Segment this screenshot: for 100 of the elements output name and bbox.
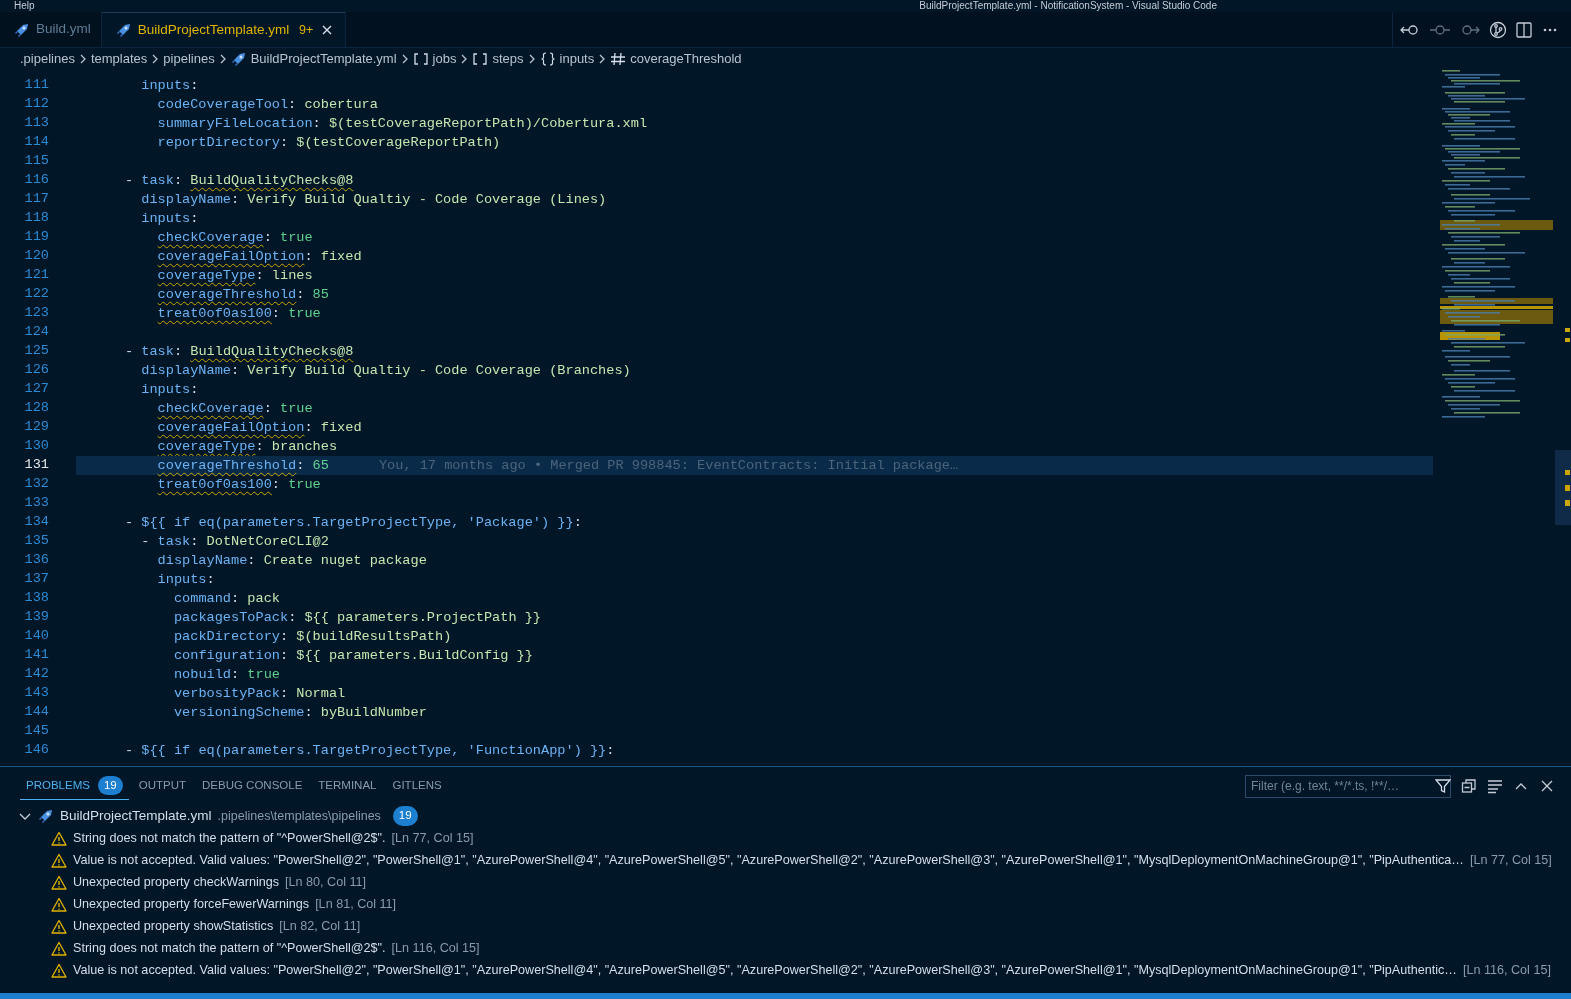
line-number: 114 xyxy=(23,133,49,152)
brackets-icon xyxy=(412,52,429,66)
filter-field[interactable]: Filter (e.g. text, **/*.ts, !**/… xyxy=(1245,774,1451,798)
code-line: inputs: xyxy=(156,571,216,589)
problem-item[interactable]: Unexpected property checkWarnings [Ln 80, Col 11] xyxy=(0,871,1571,893)
breadcrumb-item[interactable]: pipelines xyxy=(163,49,215,69)
line-number: 137 xyxy=(23,570,49,589)
breadcrumb-item[interactable]: steps xyxy=(472,49,524,69)
line-number: 123 xyxy=(23,304,49,323)
line-number: 111 xyxy=(23,76,49,95)
line-number: 142 xyxy=(23,665,49,684)
breadcrumb-item[interactable]: .pipelines xyxy=(20,49,75,69)
code-line: displayName: Verify Build Qualtiy - Code Coverage (Lines) xyxy=(140,191,608,209)
code-line: treat0of0as100: true xyxy=(156,305,322,323)
problem-item[interactable]: Unexpected property forceFewerWarnings [Ln 81, Col 11] xyxy=(0,893,1571,915)
problem-message: Unexpected property forceFewerWarnings xyxy=(73,895,310,913)
problem-message: Value is not accepted. Valid values: "PowerShell@2", "PowerShell@1", "AzurePowerShell@4", "AzurePowerShell@5", "AzurePowerShell@2", "AzurePowerShell@3", "AzurePowerShell@1", "MysqlDeploymentOnMachineGroup@1", "PipAuthentic… xyxy=(73,961,1457,979)
problem-item[interactable]: Unexpected property showStatistics [Ln 82, Col 11] xyxy=(0,915,1571,937)
warning-icon xyxy=(51,874,67,890)
problem-item[interactable]: String does not match the pattern of "^PowerShell@2$". [Ln 77, Col 15] xyxy=(0,827,1571,849)
code-line: treat0of0as100: true xyxy=(156,476,322,494)
file-tree-item[interactable]: BuildProjectTemplate.yml .pipelines\templates\pipelines 19 xyxy=(0,805,1571,827)
line-number: 130 xyxy=(23,437,49,456)
warning-icon xyxy=(51,940,67,956)
problem-location: [Ln 116, Col 15] xyxy=(1462,961,1551,979)
breadcrumb-item[interactable]: templates xyxy=(90,49,148,69)
rocket-icon xyxy=(115,22,132,38)
filter-icon[interactable] xyxy=(1435,778,1451,794)
code-line: checkCoverage: true xyxy=(156,400,314,418)
close-icon[interactable] xyxy=(1539,778,1555,794)
code-line: displayName: Verify Build Qualtiy - Code Coverage (Branches) xyxy=(140,362,632,380)
panel-tab[interactable]: DEBUG CONSOLE xyxy=(196,773,309,799)
line-number: 134 xyxy=(23,513,49,532)
git-compare-icon[interactable] xyxy=(1489,20,1507,39)
line-number: 146 xyxy=(23,741,49,760)
line-number: 127 xyxy=(23,380,49,399)
code-line: coverageThreshold: 65 xyxy=(156,457,329,475)
menu-item[interactable]: Help xyxy=(14,0,35,12)
code-line: coverageType: branches xyxy=(156,438,339,456)
problem-location: [Ln 81, Col 11] xyxy=(315,895,397,913)
line-number: 119 xyxy=(23,228,49,247)
line-number: 118 xyxy=(23,209,49,228)
line-number: 115 xyxy=(23,152,49,171)
brackets-icon xyxy=(472,52,489,66)
line-number: 121 xyxy=(23,266,49,285)
breadcrumb-item[interactable]: jobs xyxy=(412,49,457,69)
braces-icon xyxy=(539,52,556,66)
line-number: 128 xyxy=(23,399,49,418)
code-line: coverageType: lines xyxy=(156,267,314,285)
problem-message: String does not match the pattern of "^PowerShell@2$". xyxy=(73,939,386,957)
problem-location: [Ln 80, Col 11] xyxy=(285,873,367,891)
collapse-all-icon[interactable] xyxy=(1461,778,1477,794)
code-line: reportDirectory: $(testCoverageReportPath) xyxy=(156,134,502,152)
code-line: inputs: xyxy=(140,77,200,95)
editor-tab[interactable]: BuildProjectTemplate.yml 9+ xyxy=(101,12,347,47)
line-number: 124 xyxy=(23,323,49,342)
code-line: checkCoverage: true xyxy=(156,229,314,247)
breadcrumb-item[interactable]: inputs xyxy=(539,49,595,69)
code-line: configuration: ${{ parameters.BuildConfig }} xyxy=(172,647,534,665)
problem-message: String does not match the pattern of "^PowerShell@2$". xyxy=(73,829,386,847)
warning-icon xyxy=(51,962,67,978)
code-line: - task: BuildQualityChecks@8 xyxy=(123,172,355,190)
breadcrumb-item[interactable]: BuildProjectTemplate.yml xyxy=(230,49,397,69)
line-number: 136 xyxy=(23,551,49,570)
line-number: 131 xyxy=(23,456,49,475)
panel-tab[interactable]: PROBLEMS 19 xyxy=(20,771,129,801)
problem-count: 19 xyxy=(392,806,418,826)
panel-tab[interactable]: OUTPUT xyxy=(132,773,192,799)
file-path: .pipelines\templates\pipelines xyxy=(217,807,381,825)
line-number: 122 xyxy=(23,285,49,304)
word-wrap-icon[interactable] xyxy=(1487,778,1503,794)
panel-tab[interactable]: GITLENS xyxy=(386,773,448,799)
split-editor-icon[interactable] xyxy=(1515,20,1533,39)
line-number: 113 xyxy=(23,114,49,133)
code-line: verbosityPack: Normal xyxy=(172,685,347,703)
line-number: 139 xyxy=(23,608,49,627)
line-number: 144 xyxy=(23,703,49,722)
code-line: inputs: xyxy=(140,210,200,228)
breadcrumb-item[interactable]: coverageThreshold xyxy=(610,49,742,69)
code-line: - task: BuildQualityChecks@8 xyxy=(123,343,355,361)
rocket-icon xyxy=(14,21,30,38)
code-line: coverageThreshold: 85 xyxy=(156,286,330,304)
line-number: 145 xyxy=(23,722,49,741)
problem-item[interactable]: String does not match the pattern of "^PowerShell@2$". [Ln 116, Col 15] xyxy=(0,937,1571,959)
line-number: 133 xyxy=(23,494,49,513)
line-number: 116 xyxy=(23,171,49,190)
problem-location: [Ln 77, Col 15] xyxy=(1469,851,1552,869)
code-line: - task: DotNetCoreCLI@2 xyxy=(140,533,330,551)
window-title: BuildProjectTemplate.yml - NotificationSystem - Visual Studio Code xyxy=(919,0,1217,12)
line-number: 132 xyxy=(23,475,49,494)
warning-icon xyxy=(51,830,67,846)
code-line: inputs: xyxy=(140,381,200,399)
line-number: 138 xyxy=(23,589,49,608)
code-line: - ${{ if eq(parameters.TargetProjectType, 'Package') }}: xyxy=(123,514,583,532)
line-number: 125 xyxy=(23,342,49,361)
line-number: 129 xyxy=(23,418,49,437)
problem-message: Unexpected property showStatistics xyxy=(73,917,274,935)
panel-tab[interactable]: TERMINAL xyxy=(312,773,383,799)
code-line: displayName: Create nuget package xyxy=(156,552,428,570)
code-line: packagesToPack: ${{ parameters.ProjectPath }} xyxy=(172,609,543,627)
